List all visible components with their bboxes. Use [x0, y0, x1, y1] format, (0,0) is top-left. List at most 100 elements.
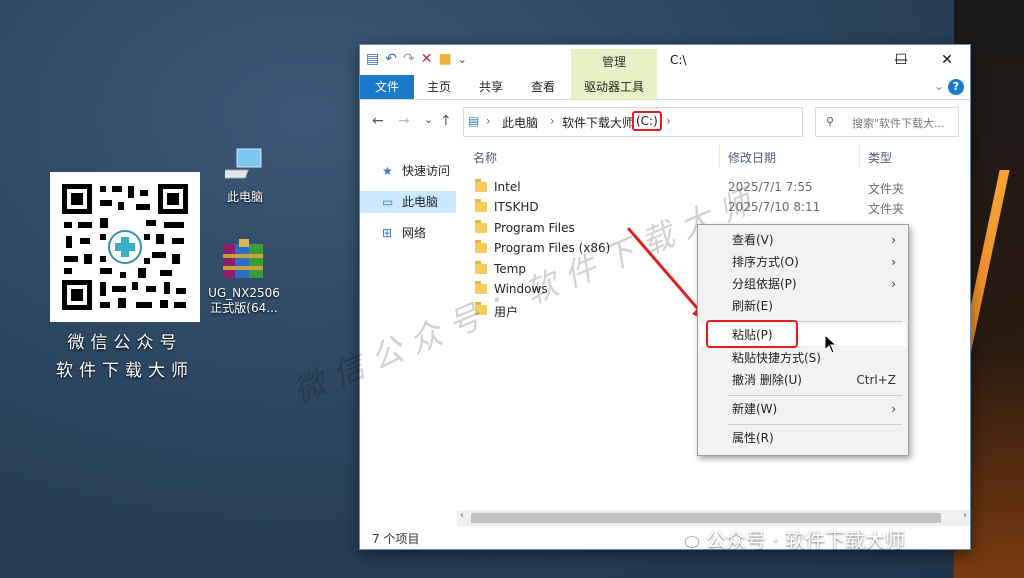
back-button[interactable]: ←	[372, 113, 384, 129]
submenu-arrow-icon: ›	[891, 277, 896, 291]
tab-home[interactable]: 主页	[418, 75, 460, 99]
footer-watermark-text: 公众号 · 软件下载大师	[706, 528, 906, 552]
breadcrumb-this-pc[interactable]: 此电脑	[502, 114, 538, 131]
paste-highlight-box	[706, 320, 798, 348]
breadcrumb-separator: ›	[486, 114, 491, 128]
menu-item-label: 分组依据(P)	[732, 277, 797, 291]
ribbon-tabs: 文件 主页 共享 查看 驱动器工具 ⌄ ?	[360, 75, 970, 100]
search-box[interactable]: ⚲ 搜索"软件下载大...	[815, 107, 959, 137]
desktop-icon-label: 此电脑	[226, 190, 263, 204]
submenu-arrow-icon: ›	[891, 255, 896, 269]
submenu-arrow-icon: ›	[891, 402, 896, 416]
menu-item-group-by[interactable]: 分组依据(P) ›	[700, 273, 906, 295]
item-count: 7 个项目	[372, 532, 420, 546]
submenu-arrow-icon: ›	[891, 233, 896, 247]
tab-view[interactable]: 查看	[522, 75, 564, 99]
close-button[interactable]: ✕	[924, 45, 970, 75]
wechat-logo-icon	[677, 531, 700, 548]
tab-manage[interactable]: 管理	[571, 49, 657, 75]
tab-share[interactable]: 共享	[470, 75, 512, 99]
nav-item-label: 网络	[402, 226, 427, 240]
column-separator[interactable]	[859, 145, 860, 169]
this-pc-small-icon: ▤	[468, 114, 480, 128]
quick-access-toolbar: ▤ ↶ ↷ ✕ ■ ⌄	[366, 51, 467, 67]
column-header-type[interactable]: 类型	[868, 149, 892, 166]
column-separator[interactable]	[719, 145, 720, 169]
address-bar[interactable]: ▤ › 此电脑 › 软件下载大师 (C:) › ⌄ ↻	[463, 107, 895, 137]
qr-code-card: 微信公众号 软件下载大师	[50, 172, 200, 381]
delete-icon[interactable]: ✕	[421, 51, 433, 67]
breadcrumb-drive-label[interactable]: 软件下载大师	[562, 114, 634, 131]
menu-item-paste-shortcut[interactable]: 粘贴快捷方式(S)	[700, 347, 906, 369]
menu-item-undo-delete[interactable]: 撤消 删除(U) Ctrl+Z	[700, 369, 906, 391]
customize-qat-icon[interactable]: ⌄	[458, 53, 467, 66]
folder-icon	[475, 199, 487, 212]
folder-icon	[475, 220, 487, 233]
redo-icon[interactable]: ↷	[403, 51, 415, 67]
navigation-bar: ← → ⌄ ↑ ▤ › 此电脑 › 软件下载大师 (C:) › ⌄ ↻ ⚲ 搜索…	[360, 100, 970, 144]
folder-icon	[475, 240, 487, 253]
menu-separator	[728, 424, 902, 425]
properties-icon[interactable]: ▤	[366, 51, 379, 67]
breadcrumb-separator: ›	[666, 114, 671, 128]
footer-watermark: 公众号 · 软件下载大师	[676, 524, 905, 553]
qr-caption-line2: 软件下载大师	[56, 361, 194, 381]
menu-item-label: 查看(V)	[732, 233, 774, 247]
tab-drive-tools[interactable]: 驱动器工具	[571, 75, 657, 99]
qr-caption-line1: 微信公众号	[67, 333, 183, 353]
monitor-icon: ▭	[382, 195, 394, 209]
desktop-icon-label-line2: 正式版(64...	[210, 301, 278, 315]
desktop-icon-this-pc[interactable]: 此电脑	[207, 146, 283, 205]
nav-item-network[interactable]: ⊞ 网络	[360, 222, 456, 244]
ribbon-expand-icon[interactable]: ⌄	[934, 79, 944, 93]
menu-item-view[interactable]: 查看(V) ›	[700, 229, 906, 251]
menu-item-sort-by[interactable]: 排序方式(O) ›	[700, 251, 906, 273]
file-type: 文件夹	[868, 202, 905, 216]
title-bar: ▤ ↶ ↷ ✕ ■ ⌄ 管理 C:\ — ☐ ✕	[360, 45, 970, 75]
desktop-icon-ug-archive[interactable]: UG_NX2506 正式版(64...	[206, 238, 282, 316]
window-title: C:\	[670, 53, 687, 67]
nav-item-label: 此电脑	[402, 195, 439, 209]
menu-item-refresh[interactable]: 刷新(E)	[700, 295, 906, 317]
folder-icon	[475, 261, 487, 274]
column-header-name[interactable]: 名称	[473, 149, 497, 166]
star-icon: ★	[382, 164, 393, 178]
search-placeholder: 搜索"软件下载大...	[852, 117, 945, 130]
nav-item-quick-access[interactable]: ★ 快速访问	[360, 160, 456, 182]
scrollbar-thumb[interactable]	[471, 513, 941, 523]
nav-item-label: 快速访问	[402, 164, 451, 178]
help-icon[interactable]: ?	[948, 79, 964, 95]
maximize-button[interactable]: ☐	[878, 45, 924, 75]
menu-item-label: 粘贴快捷方式(S)	[732, 351, 821, 365]
menu-item-label: 排序方式(O)	[732, 255, 799, 269]
menu-item-label: 撤消 删除(U)	[732, 373, 802, 387]
file-name: Intel	[494, 180, 521, 194]
desktop-icon-label-line1: UG_NX2506	[208, 286, 280, 300]
mouse-cursor-icon	[824, 334, 838, 354]
network-icon: ⊞	[382, 226, 393, 240]
undo-icon[interactable]: ↶	[385, 51, 397, 67]
forward-button[interactable]: →	[398, 113, 410, 129]
breadcrumb-separator: ›	[550, 114, 555, 128]
computer-icon	[216, 148, 262, 179]
qr-code-image	[50, 172, 200, 322]
new-folder-icon[interactable]: ■	[438, 51, 451, 67]
file-name: ITSKHD	[494, 200, 539, 214]
menu-item-properties[interactable]: 属性(R)	[700, 427, 906, 449]
file-name: Program Files	[494, 221, 575, 235]
breadcrumb-drive-c[interactable]: (C:)	[632, 111, 662, 131]
menu-shortcut: Ctrl+Z	[856, 373, 896, 387]
up-button[interactable]: ↑	[440, 113, 452, 129]
scroll-right-icon[interactable]: ›	[963, 510, 967, 521]
minimize-button-alt	[832, 45, 878, 75]
menu-item-new[interactable]: 新建(W) ›	[700, 398, 906, 420]
menu-item-label: 刷新(E)	[732, 299, 773, 313]
recent-locations-button[interactable]: ⌄	[424, 113, 433, 126]
sort-ascending-icon: ^	[590, 145, 599, 151]
search-icon: ⚲	[826, 115, 835, 128]
nav-item-this-pc[interactable]: ▭ 此电脑	[360, 191, 456, 213]
file-type: 文件夹	[868, 182, 905, 196]
tab-file[interactable]: 文件	[360, 75, 414, 99]
menu-item-label: 属性(R)	[732, 431, 774, 445]
scroll-left-icon[interactable]: ‹	[460, 510, 464, 521]
